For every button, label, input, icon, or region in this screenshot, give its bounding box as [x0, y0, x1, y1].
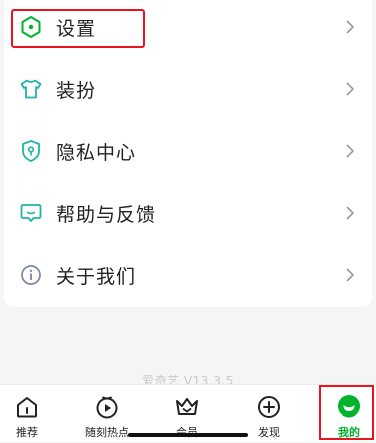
home-icon	[17, 397, 37, 418]
chevron-right-icon	[346, 206, 355, 220]
privacy-shield-icon	[20, 140, 42, 162]
tab-label: 会员	[176, 424, 198, 440]
feedback-icon	[20, 202, 42, 224]
profile-tab-highlight-box	[319, 385, 374, 440]
tab-label: 推荐	[16, 426, 38, 439]
chevron-right-icon	[346, 144, 355, 158]
menu-item-about-us[interactable]: 关于我们	[4, 244, 372, 306]
play-circle-icon	[96, 396, 118, 419]
vip-crown-icon	[176, 398, 198, 415]
chevron-right-icon	[346, 20, 355, 34]
home-indicator[interactable]	[128, 433, 248, 437]
menu-item-label: 隐私中心	[56, 141, 137, 164]
tab-label: 发现	[258, 426, 280, 439]
info-icon	[20, 264, 42, 286]
chevron-right-icon	[346, 82, 355, 96]
discover-plus-icon	[258, 396, 280, 418]
tab-recommend[interactable]: 推荐	[0, 385, 62, 443]
menu-item-help-feedback[interactable]: 帮助与反馈	[4, 182, 372, 244]
menu-item-label: 装扮	[56, 79, 97, 102]
tab-label: 随刻热点	[85, 426, 129, 439]
menu-item-label: 帮助与反馈	[56, 203, 157, 226]
menu-item-privacy[interactable]: 隐私中心	[4, 120, 372, 182]
settings-highlight-box	[11, 9, 145, 48]
shirt-icon	[20, 78, 42, 100]
menu-item-label: 关于我们	[56, 265, 137, 288]
menu-item-dress-up[interactable]: 装扮	[4, 58, 372, 120]
chevron-right-icon	[346, 268, 355, 282]
